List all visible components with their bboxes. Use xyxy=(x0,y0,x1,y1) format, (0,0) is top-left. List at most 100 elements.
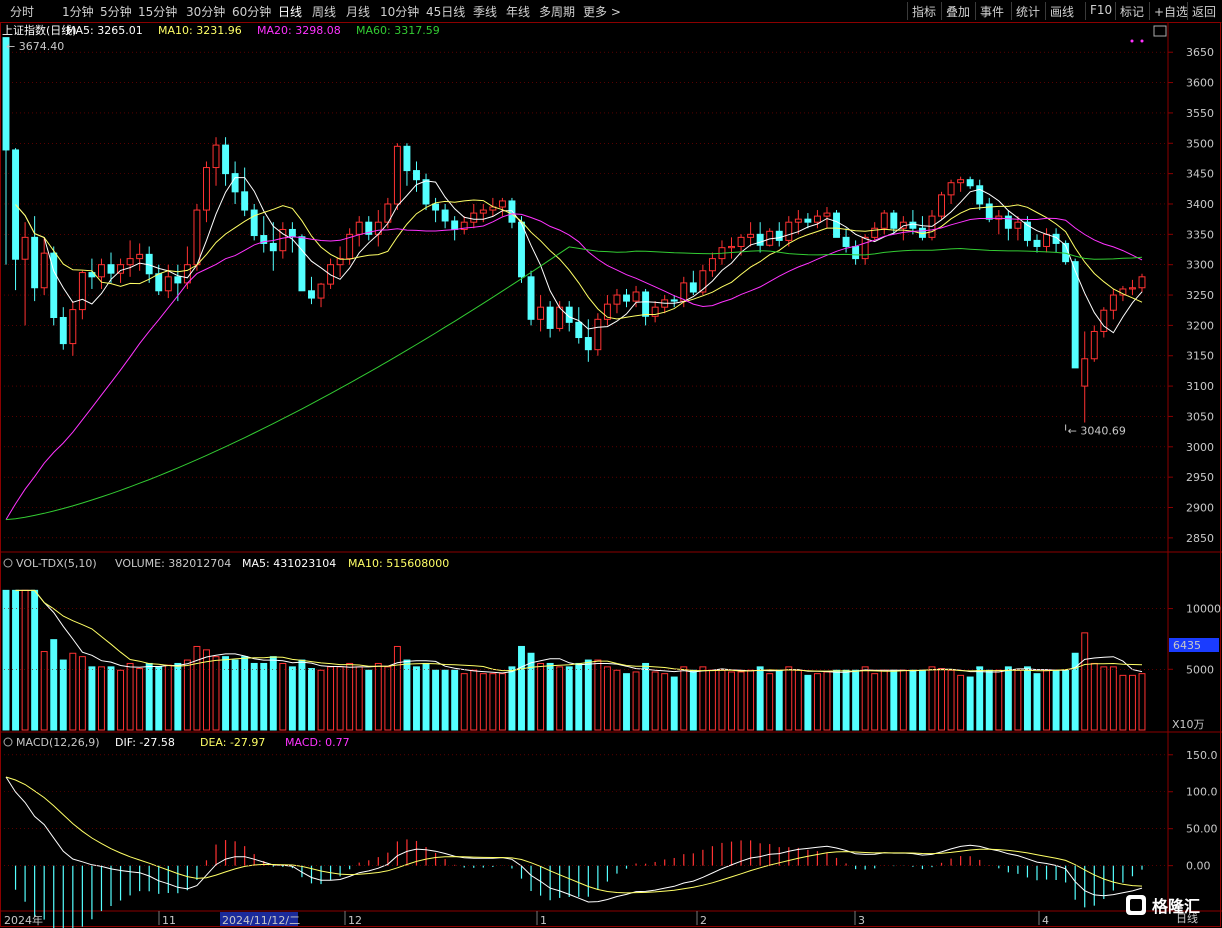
volume-ma10-legend: MA10: 515608000 xyxy=(348,557,449,570)
period-tab-7[interactable]: 周线 xyxy=(312,3,336,20)
candle-body xyxy=(40,252,48,289)
year-label: 2024年 xyxy=(4,913,43,927)
candle-body xyxy=(1138,276,1146,289)
candle-body xyxy=(298,236,306,292)
candle-body xyxy=(1090,330,1098,360)
candle-body xyxy=(155,273,163,292)
candle-body xyxy=(708,258,716,272)
volume-bar xyxy=(785,666,793,731)
volume-bar xyxy=(890,669,898,731)
indicator-dot-icon xyxy=(1140,39,1144,43)
ma60-legend: MA60: 3317.59 xyxy=(356,24,440,37)
volume-legend-toggle-icon xyxy=(3,558,13,568)
volume-bar xyxy=(737,671,745,731)
volume-bar xyxy=(317,669,325,731)
macd-dif-legend: DIF: -27.58 xyxy=(115,736,175,749)
volume-bar xyxy=(279,662,287,731)
candle-body xyxy=(231,173,239,193)
toolbar-separator xyxy=(1045,2,1046,20)
candle-body xyxy=(250,209,258,237)
volume-bar xyxy=(69,652,77,731)
period-tab-13[interactable]: 多周期 xyxy=(539,3,575,20)
tool-button-2[interactable]: 事件 xyxy=(980,3,1004,20)
candle-body xyxy=(308,290,315,299)
tool-button-7[interactable]: +自选 xyxy=(1154,3,1188,20)
candle-body xyxy=(1014,221,1022,229)
volume-bar xyxy=(928,666,936,731)
period-tab-12[interactable]: 年线 xyxy=(506,3,530,20)
price-tick-label: 3550 xyxy=(1186,107,1214,120)
tool-button-8[interactable]: 返回 xyxy=(1192,3,1216,20)
candle-body xyxy=(183,264,191,284)
period-tab-1[interactable]: 1分钟 xyxy=(62,3,94,20)
period-tab-9[interactable]: 10分钟 xyxy=(380,3,419,20)
volume-bar xyxy=(1004,666,1012,731)
volume-bar xyxy=(288,666,296,731)
volume-bar xyxy=(603,666,611,731)
volume-bar xyxy=(355,666,363,731)
volume-bar xyxy=(260,662,268,731)
candle-body xyxy=(584,337,592,351)
period-tab-5[interactable]: 60分钟 xyxy=(232,3,271,20)
tool-button-3[interactable]: 统计 xyxy=(1016,3,1040,20)
period-tab-8[interactable]: 月线 xyxy=(346,3,370,20)
macd-tick-label: 150.0 xyxy=(1186,749,1218,762)
candle-body xyxy=(403,145,411,172)
volume-bar xyxy=(546,662,554,731)
period-tab-10[interactable]: 45日线 xyxy=(426,3,465,20)
candle-body xyxy=(880,212,888,229)
volume-bar xyxy=(432,669,440,731)
candle-body xyxy=(164,276,172,292)
tool-button-4[interactable]: 画线 xyxy=(1050,3,1074,20)
volume-bar xyxy=(393,645,401,731)
macd-dea-line xyxy=(5,776,1143,894)
volume-bar xyxy=(403,659,411,731)
month-label: 4 xyxy=(1042,914,1049,927)
volume-bar xyxy=(861,666,869,731)
volume-bar xyxy=(594,659,602,731)
volume-bar xyxy=(126,662,134,731)
volume-bar xyxy=(1062,669,1070,731)
volume-bar xyxy=(460,673,468,731)
volume-bar xyxy=(613,669,621,731)
candle-body xyxy=(193,209,201,266)
candle-body xyxy=(785,221,793,241)
ma20-legend: MA20: 3298.08 xyxy=(257,24,341,37)
volume-bar xyxy=(212,656,220,731)
candle-body xyxy=(594,318,602,351)
candle-body xyxy=(985,203,993,220)
kline-chart[interactable]: 3650 3600 3550 3500 3450 3400 3350 3300 3250 3200… xyxy=(0,22,1222,928)
tool-button-5[interactable]: F10 xyxy=(1090,3,1112,17)
period-tab-11[interactable]: 季线 xyxy=(473,3,497,20)
period-tab-0[interactable]: 分时 xyxy=(10,3,34,20)
candle-body xyxy=(69,309,77,345)
tool-button-6[interactable]: 标记 xyxy=(1120,3,1144,20)
volume-bar xyxy=(346,662,354,731)
period-tab-6[interactable]: 日线 xyxy=(278,3,302,20)
volume-bar xyxy=(422,662,430,731)
candle-body xyxy=(804,218,812,223)
period-tab-4[interactable]: 30分钟 xyxy=(186,3,225,20)
tool-button-0[interactable]: 指标 xyxy=(912,3,936,20)
volume-bar xyxy=(441,669,449,731)
candle-body xyxy=(747,233,755,238)
period-tab-2[interactable]: 5分钟 xyxy=(100,3,132,20)
volume-title: VOL-TDX(5,10) xyxy=(16,557,97,570)
volume-bar xyxy=(1090,662,1098,731)
volume-bar xyxy=(985,669,993,731)
ma10-line xyxy=(15,199,1143,320)
candle-body xyxy=(623,294,630,302)
toolbar-separator xyxy=(975,2,976,20)
chart-border xyxy=(0,22,1221,927)
tool-button-1[interactable]: 叠加 xyxy=(946,3,970,20)
ma20-line xyxy=(5,213,1143,520)
candle-body xyxy=(613,294,621,305)
period-tab-3[interactable]: 15分钟 xyxy=(138,3,177,20)
macd-tick-label: 100.0 xyxy=(1186,786,1218,799)
price-tick-label: 3050 xyxy=(1186,410,1214,423)
period-tab-14[interactable]: 更多 > xyxy=(583,3,621,20)
candle-body xyxy=(451,220,459,230)
price-tick-label: 3600 xyxy=(1186,77,1214,90)
volume-bar xyxy=(966,676,974,731)
price-tick-label: 3650 xyxy=(1186,46,1214,59)
